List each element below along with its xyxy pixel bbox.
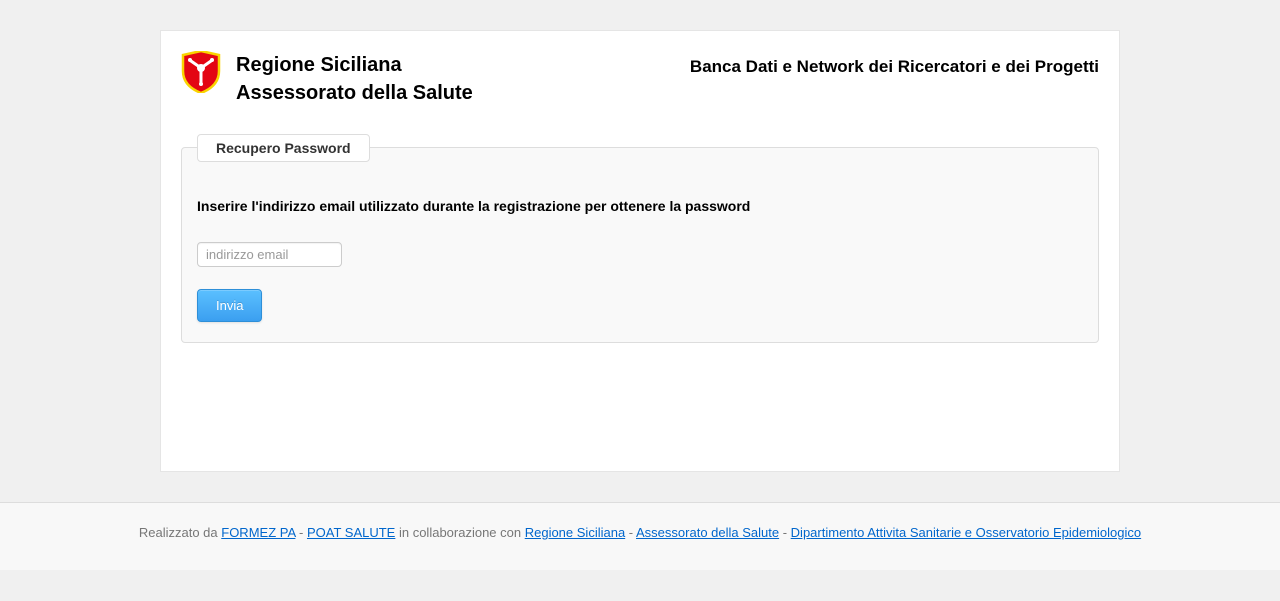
submit-button[interactable]: Invia [197, 289, 262, 322]
logo-line2: Assessorato della Salute [236, 79, 473, 107]
footer-link-assessorato[interactable]: Assessorato della Salute [636, 525, 779, 540]
logo-text: Regione Siciliana Assessorato della Salu… [236, 51, 473, 107]
recover-password-fieldset: Recupero Password Inserire l'indirizzo e… [181, 147, 1099, 343]
footer-mid: in collaborazione con [395, 525, 524, 540]
fieldset-legend: Recupero Password [197, 134, 370, 162]
footer-link-formez[interactable]: FORMEZ PA [221, 525, 295, 540]
footer-sep: - [625, 525, 636, 540]
logo-block: Regione Siciliana Assessorato della Salu… [181, 51, 473, 107]
logo-line1: Regione Siciliana [236, 51, 473, 79]
header: Regione Siciliana Assessorato della Salu… [181, 51, 1099, 107]
header-title: Banca Dati e Network dei Ricercatori e d… [690, 57, 1099, 77]
footer-prefix: Realizzato da [139, 525, 221, 540]
form-instruction: Inserire l'indirizzo email utilizzato du… [197, 198, 1083, 214]
region-logo-icon [181, 51, 221, 93]
email-input[interactable] [197, 242, 342, 267]
footer-sep: - [295, 525, 307, 540]
footer: Realizzato da FORMEZ PA - POAT SALUTE in… [0, 502, 1280, 570]
main-panel: Regione Siciliana Assessorato della Salu… [160, 30, 1120, 472]
footer-sep: - [779, 525, 791, 540]
footer-link-dipartimento[interactable]: Dipartimento Attivita Sanitarie e Osserv… [791, 525, 1141, 540]
footer-link-poat[interactable]: POAT SALUTE [307, 525, 395, 540]
footer-link-regione[interactable]: Regione Siciliana [525, 525, 625, 540]
